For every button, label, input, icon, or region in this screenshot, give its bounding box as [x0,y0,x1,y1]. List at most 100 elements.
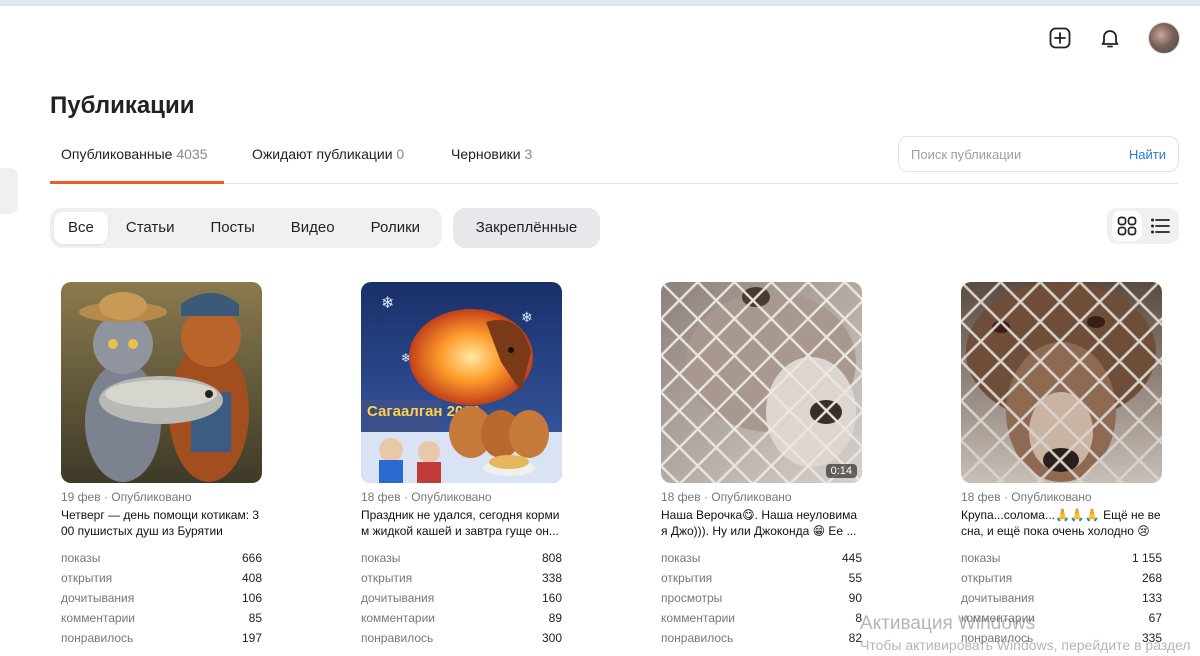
stat-row: дочитывания 160 [361,588,562,608]
tab-count: 3 [524,146,533,162]
stat-label: показы [361,551,401,565]
publication-meta: 19 фев · Опубликовано [61,490,192,504]
publication-meta: 18 фев · Опубликовано [961,490,1092,504]
stat-row: открытия 55 [661,568,862,588]
tab-count: 0 [396,146,405,162]
stat-row: понравилось 197 [61,628,262,648]
publication-card[interactable]: ❄ ❄ ❄ Сагаалган 2026 18 фев · Опубликова… [361,282,562,648]
publication-card[interactable]: 18 фев · Опубликовано Крупа...солома...🙏… [961,282,1162,648]
stat-value: 338 [541,571,562,585]
stat-label: комментарии [661,611,735,625]
view-toggle [1107,208,1179,244]
stat-value: 106 [241,591,262,605]
publication-card[interactable]: 0:14 18 фев · Опубликовано Наша Верочка😋… [661,282,862,648]
content-type-filters: Все Статьи Посты Видео Ролики [50,208,443,248]
top-strip [0,0,1200,6]
stat-row: дочитывания 133 [961,588,1162,608]
stat-value: 445 [841,551,862,565]
stat-label: показы [961,551,1001,565]
filter-articles[interactable]: Статьи [108,212,193,244]
tab-label: Опубликованные [61,146,173,162]
publication-card[interactable]: 19 фев · Опубликовано Четверг — день пом… [61,282,262,648]
publication-caption[interactable]: Праздник не удался, сегодня корми м жидк… [361,507,562,539]
sidebar-handle[interactable] [0,168,18,214]
stat-value: 408 [241,571,262,585]
publication-caption[interactable]: Наша Верочка😋. Наша неуловима я Джо))). … [661,507,862,539]
video-duration: 0:14 [825,464,857,478]
publication-caption[interactable]: Крупа...солома...🙏🙏🙏 Ещё не ве сна, и ещ… [961,507,1162,539]
stat-label: комментарии [361,611,435,625]
stat-value: 808 [541,551,562,565]
filter-posts[interactable]: Посты [192,212,272,244]
stat-value: 133 [1141,591,1162,605]
avatar[interactable] [1148,22,1180,54]
watermark-text: Чтобы активировать Windows, перейдите в … [860,637,1191,653]
stat-label: открытия [361,571,413,585]
stat-row: комментарии 89 [361,608,562,628]
stat-row: комментарии 85 [61,608,262,628]
stat-value: 89 [548,611,562,625]
page-title: Публикации [50,92,195,119]
stat-value: 1 155 [1131,551,1162,565]
tab-count: 4035 [176,146,208,162]
stat-label: дочитывания [361,591,435,605]
svg-text:❄: ❄ [521,310,533,326]
tab-label: Ожидают публикации [252,146,393,162]
stat-value: 300 [541,631,562,645]
stat-label: показы [661,551,701,565]
header-actions [1048,22,1180,54]
stat-value: 268 [1141,571,1162,585]
publication-thumbnail[interactable]: ❄ ❄ ❄ Сагаалган 2026 [361,282,562,483]
stat-label: открытия [61,571,113,585]
publication-caption[interactable]: Четверг — день помощи котикам: 3 00 пуши… [61,507,262,539]
stat-value: 55 [848,571,862,585]
stat-row: понравилось 300 [361,628,562,648]
svg-text:❄: ❄ [381,293,394,312]
stat-label: дочитывания [961,591,1035,605]
stat-row: показы 1 155 [961,548,1162,568]
search-box: Найти [898,136,1179,172]
stat-label: комментарии [61,611,135,625]
grid-view-icon[interactable] [1111,211,1142,241]
tab-published[interactable]: Опубликованные 4035 [50,146,224,184]
filter-shorts[interactable]: Ролики [353,212,438,244]
search-input[interactable] [911,146,1111,162]
stat-label: открытия [661,571,713,585]
stat-label: просмотры [661,591,723,605]
stat-label: понравилось [661,631,734,645]
filter-all[interactable]: Все [54,212,108,244]
windows-activation-watermark: Активация Windows Чтобы активировать Win… [860,613,1191,653]
stat-value: 85 [248,611,262,625]
stat-row: понравилось 82 [661,628,862,648]
stat-row: показы 808 [361,548,562,568]
stat-row: показы 445 [661,548,862,568]
publication-thumbnail[interactable] [61,282,262,483]
stat-row: открытия 338 [361,568,562,588]
add-icon[interactable] [1048,26,1072,50]
publication-thumbnail[interactable]: 0:14 [661,282,862,483]
search-button[interactable]: Найти [1129,147,1166,162]
tab-drafts[interactable]: Черновики 3 [451,146,532,183]
publication-stats: показы 445 открытия 55 просмотры 90 коммент… [661,548,862,648]
stat-row: просмотры 90 [661,588,862,608]
publication-meta: 18 фев · Опубликовано [661,490,792,504]
stat-row: открытия 268 [961,568,1162,588]
list-view-icon[interactable] [1145,211,1175,241]
stat-value: 666 [241,551,262,565]
publication-stats: показы 808 открытия 338 дочитывания 160 ком… [361,548,562,648]
stat-row: показы 666 [61,548,262,568]
filter-videos[interactable]: Видео [273,212,353,244]
publication-stats: показы 666 открытия 408 дочитывания 106 ком… [61,548,262,648]
stat-value: 160 [541,591,562,605]
stat-row: дочитывания 106 [61,588,262,608]
tab-scheduled[interactable]: Ожидают публикации 0 [252,146,404,183]
stat-label: понравилось [61,631,134,645]
stat-row: открытия 408 [61,568,262,588]
stat-label: показы [61,551,101,565]
bell-icon[interactable] [1098,26,1122,50]
stat-label: дочитывания [61,591,135,605]
publication-thumbnail[interactable] [961,282,1162,483]
pinned-filter-button[interactable]: Закреплённые [453,208,600,248]
stat-value: 90 [848,591,862,605]
stat-value: 197 [241,631,262,645]
